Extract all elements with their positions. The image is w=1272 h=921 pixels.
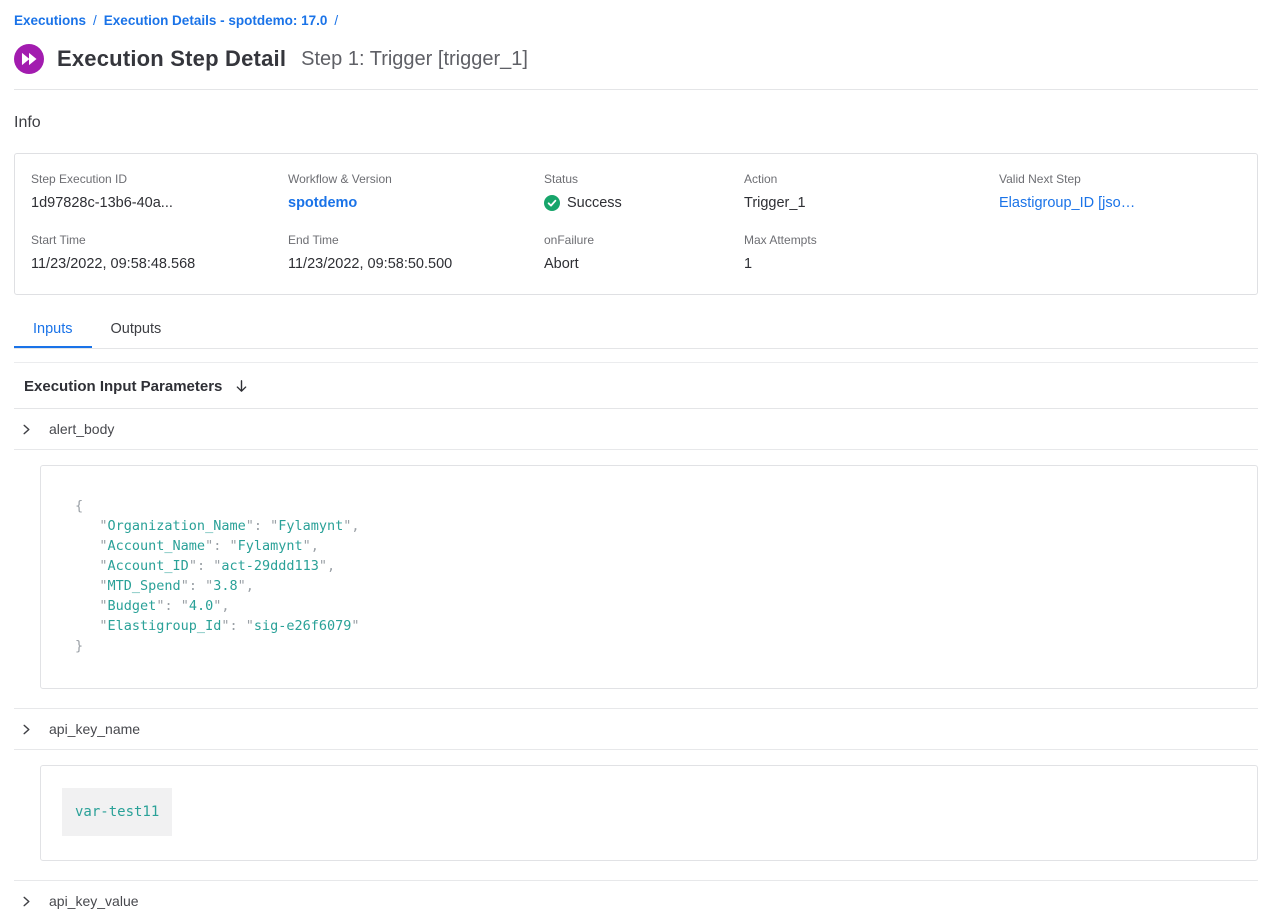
action-value: Trigger_1 xyxy=(744,195,999,211)
execution-step-detail-page: Executions / Execution Details - spotdem… xyxy=(0,0,1272,921)
param-content-alert-body: { "Organization_Name": "Fylamynt", "Acco… xyxy=(14,450,1258,708)
page-subtitle: Step 1: Trigger [trigger_1] xyxy=(301,48,528,71)
chevron-right-icon[interactable] xyxy=(21,424,32,435)
breadcrumb-separator: / xyxy=(334,13,338,28)
alert-body-code: { "Organization_Name": "Fylamynt", "Acco… xyxy=(75,496,1237,656)
api-key-name-value-box: var-test11 xyxy=(40,765,1258,861)
param-section-api-key-name[interactable]: api_key_name xyxy=(14,708,1258,750)
execution-input-parameters-header: Execution Input Parameters xyxy=(14,363,1258,409)
start-time-value: 11/23/2022, 09:58:48.568 xyxy=(31,256,288,272)
info-field-step-execution-id: Step Execution ID 1d97828c-13b6-40a... xyxy=(31,172,288,211)
download-arrow-icon[interactable] xyxy=(234,379,249,394)
info-label: Valid Next Step xyxy=(999,172,1241,186)
check-circle-icon xyxy=(544,195,560,211)
page-header: Execution Step Detail Step 1: Trigger [t… xyxy=(14,44,1258,90)
info-label: Status xyxy=(544,172,744,186)
info-field-valid-next-step: Valid Next Step Elastigroup_ID [jso… xyxy=(999,172,1241,211)
info-field-workflow-version: Workflow & Version spotdemo xyxy=(288,172,544,211)
tab-inputs[interactable]: Inputs xyxy=(14,311,92,348)
info-card: Step Execution ID 1d97828c-13b6-40a... W… xyxy=(14,153,1258,295)
info-field-max-attempts: Max Attempts 1 xyxy=(744,233,999,272)
chevron-right-icon[interactable] xyxy=(21,896,32,907)
step-execution-id-value: 1d97828c-13b6-40a... xyxy=(31,195,288,211)
info-field-end-time: End Time 11/23/2022, 09:58:50.500 xyxy=(288,233,544,272)
chevron-right-icon[interactable] xyxy=(21,724,32,735)
breadcrumb: Executions / Execution Details - spotdem… xyxy=(14,0,1258,28)
info-field-status: Status Success xyxy=(544,172,744,211)
execution-input-parameters-title: Execution Input Parameters xyxy=(24,378,222,395)
info-label: onFailure xyxy=(544,233,744,247)
breadcrumb-link-execution-details[interactable]: Execution Details - spotdemo: 17.0 xyxy=(104,13,328,28)
info-section-title: Info xyxy=(14,114,1258,132)
breadcrumb-separator: / xyxy=(93,13,97,28)
alert-body-code-box: { "Organization_Name": "Fylamynt", "Acco… xyxy=(40,465,1258,689)
param-name-api-key-value: api_key_value xyxy=(49,893,139,909)
info-field-action: Action Trigger_1 xyxy=(744,172,999,211)
info-label: Workflow & Version xyxy=(288,172,544,186)
param-name-api-key-name: api_key_name xyxy=(49,721,140,737)
param-section-api-key-value[interactable]: api_key_value xyxy=(14,880,1258,921)
status-badge: Success xyxy=(544,195,744,211)
status-text: Success xyxy=(567,195,622,211)
info-label: Max Attempts xyxy=(744,233,999,247)
info-label: Action xyxy=(744,172,999,186)
page-title: Execution Step Detail xyxy=(57,46,286,72)
info-field-on-failure: onFailure Abort xyxy=(544,233,744,272)
tabs: Inputs Outputs xyxy=(14,311,1258,349)
max-attempts-value: 1 xyxy=(744,256,999,272)
valid-next-step-link[interactable]: Elastigroup_ID [jso… xyxy=(999,195,1241,211)
info-label: End Time xyxy=(288,233,544,247)
on-failure-value: Abort xyxy=(544,256,744,272)
param-name-alert-body: alert_body xyxy=(49,421,114,437)
info-field-start-time: Start Time 11/23/2022, 09:58:48.568 xyxy=(31,233,288,272)
end-time-value: 11/23/2022, 09:58:50.500 xyxy=(288,256,544,272)
param-content-api-key-name: var-test11 xyxy=(14,750,1258,880)
api-key-name-value: var-test11 xyxy=(62,788,172,836)
info-field-empty xyxy=(999,233,1241,272)
fylamynt-logo-icon xyxy=(14,44,44,74)
tab-outputs[interactable]: Outputs xyxy=(92,311,181,348)
workflow-version-link[interactable]: spotdemo xyxy=(288,195,544,211)
info-label: Step Execution ID xyxy=(31,172,288,186)
info-label: Start Time xyxy=(31,233,288,247)
param-section-alert-body[interactable]: alert_body xyxy=(14,409,1258,450)
breadcrumb-link-executions[interactable]: Executions xyxy=(14,13,86,28)
